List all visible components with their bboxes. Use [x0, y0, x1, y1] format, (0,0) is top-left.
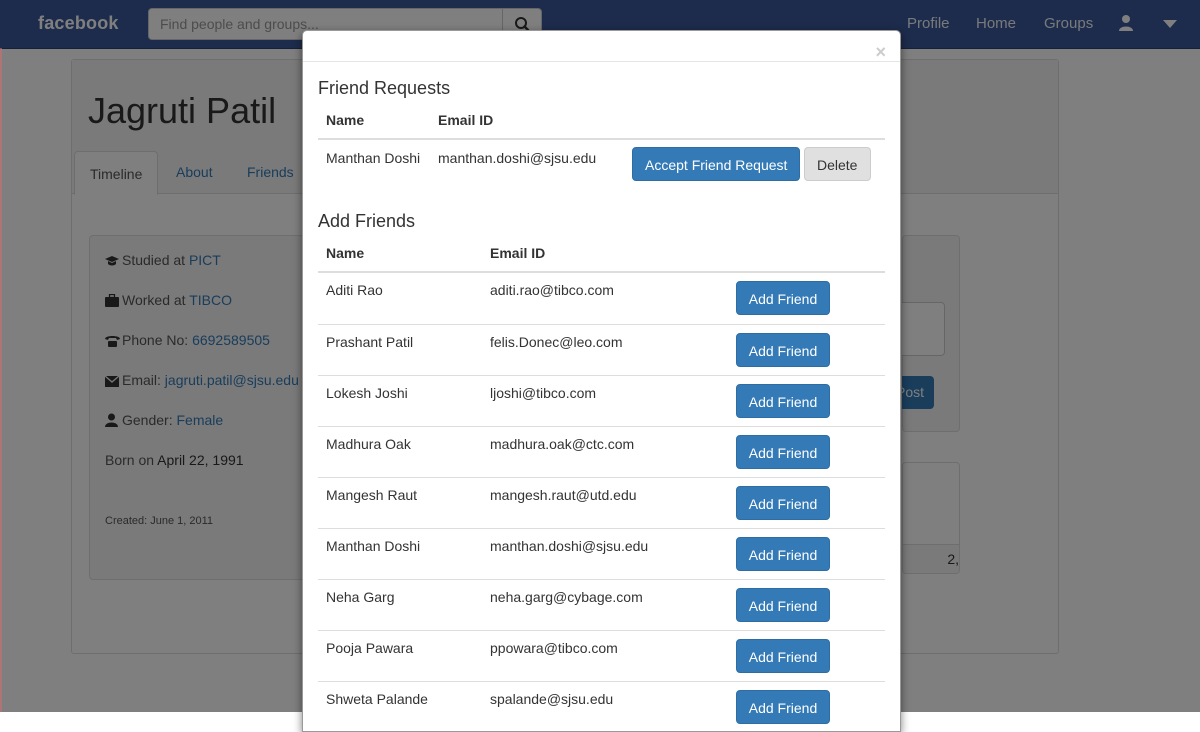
add-friend-button[interactable]: Add Friend	[736, 588, 830, 622]
add-friend-row: Madhura Oak madhura.oak@ctc.com Add Friend	[318, 426, 885, 478]
friend-name: Aditi Rao	[326, 282, 383, 298]
add-friend-button[interactable]: Add Friend	[736, 690, 830, 724]
add-friend-button[interactable]: Add Friend	[736, 537, 830, 571]
friends-modal: × Friend Requests Name Email ID Manthan …	[302, 30, 901, 732]
friend-email: manthan.doshi@sjsu.edu	[490, 538, 649, 554]
add-friend-button[interactable]: Add Friend	[736, 384, 830, 418]
add-friend-row: Lokesh Joshi ljoshi@tibco.com Add Friend	[318, 375, 885, 427]
af-col-email: Email ID	[490, 245, 546, 261]
fr-header-divider	[318, 138, 885, 140]
friend-requests-title: Friend Requests	[318, 78, 451, 98]
friend-name: Prashant Patil	[326, 334, 414, 350]
friend-name: Madhura Oak	[326, 436, 411, 452]
friend-name: Neha Garg	[326, 589, 395, 605]
add-friend-button[interactable]: Add Friend	[736, 333, 830, 367]
add-friends-title: Add Friends	[318, 211, 416, 231]
friend-email: mangesh.raut@utd.edu	[490, 487, 637, 503]
fr-col-name: Name	[326, 112, 365, 128]
friend-email: felis.Donec@leo.com	[490, 334, 623, 350]
friend-email: neha.garg@cybage.com	[490, 589, 643, 605]
friend-email: ljoshi@tibco.com	[490, 385, 597, 401]
friend-email: spalande@sjsu.edu	[490, 691, 614, 707]
add-friend-button[interactable]: Add Friend	[736, 639, 830, 673]
delete-request-button[interactable]: Delete	[804, 147, 871, 181]
modal-header: ×	[303, 31, 900, 62]
add-friend-row: Pooja Pawara ppowara@tibco.com Add Friend	[318, 630, 885, 682]
add-friend-row: Mangesh Raut mangesh.raut@utd.edu Add Frie…	[318, 477, 885, 529]
close-button[interactable]: ×	[875, 43, 886, 61]
fr-email: manthan.doshi@sjsu.edu	[438, 150, 597, 166]
fr-col-email: Email ID	[438, 112, 494, 128]
friend-name: Lokesh Joshi	[326, 385, 408, 401]
friend-email: madhura.oak@ctc.com	[490, 436, 635, 452]
backdrop-edge	[0, 48, 2, 712]
add-friend-button[interactable]: Add Friend	[736, 281, 830, 315]
friend-name: Shweta Palande	[326, 691, 428, 707]
add-friend-row: Manthan Doshi manthan.doshi@sjsu.edu Add F…	[318, 528, 885, 580]
friend-email: aditi.rao@tibco.com	[490, 282, 614, 298]
friend-name: Mangesh Raut	[326, 487, 418, 503]
add-friend-button[interactable]: Add Friend	[736, 486, 830, 520]
add-friend-row: Neha Garg neha.garg@cybage.com Add Friend	[318, 579, 885, 631]
add-friend-button[interactable]: Add Friend	[736, 435, 830, 469]
add-friend-row: Aditi Rao aditi.rao@tibco.com Add Friend	[318, 273, 885, 324]
add-friend-row: Shweta Palande spalande@sjsu.edu Add Frien…	[318, 681, 885, 731]
friend-name: Pooja Pawara	[326, 640, 414, 656]
friend-name: Manthan Doshi	[326, 538, 421, 554]
fr-name: Manthan Doshi	[326, 150, 421, 166]
af-col-name: Name	[326, 245, 365, 261]
friend-email: ppowara@tibco.com	[490, 640, 618, 656]
add-friend-row: Prashant Patil felis.Donec@leo.com Add Fri…	[318, 324, 885, 376]
accept-friend-request-button[interactable]: Accept Friend Request	[632, 147, 800, 181]
